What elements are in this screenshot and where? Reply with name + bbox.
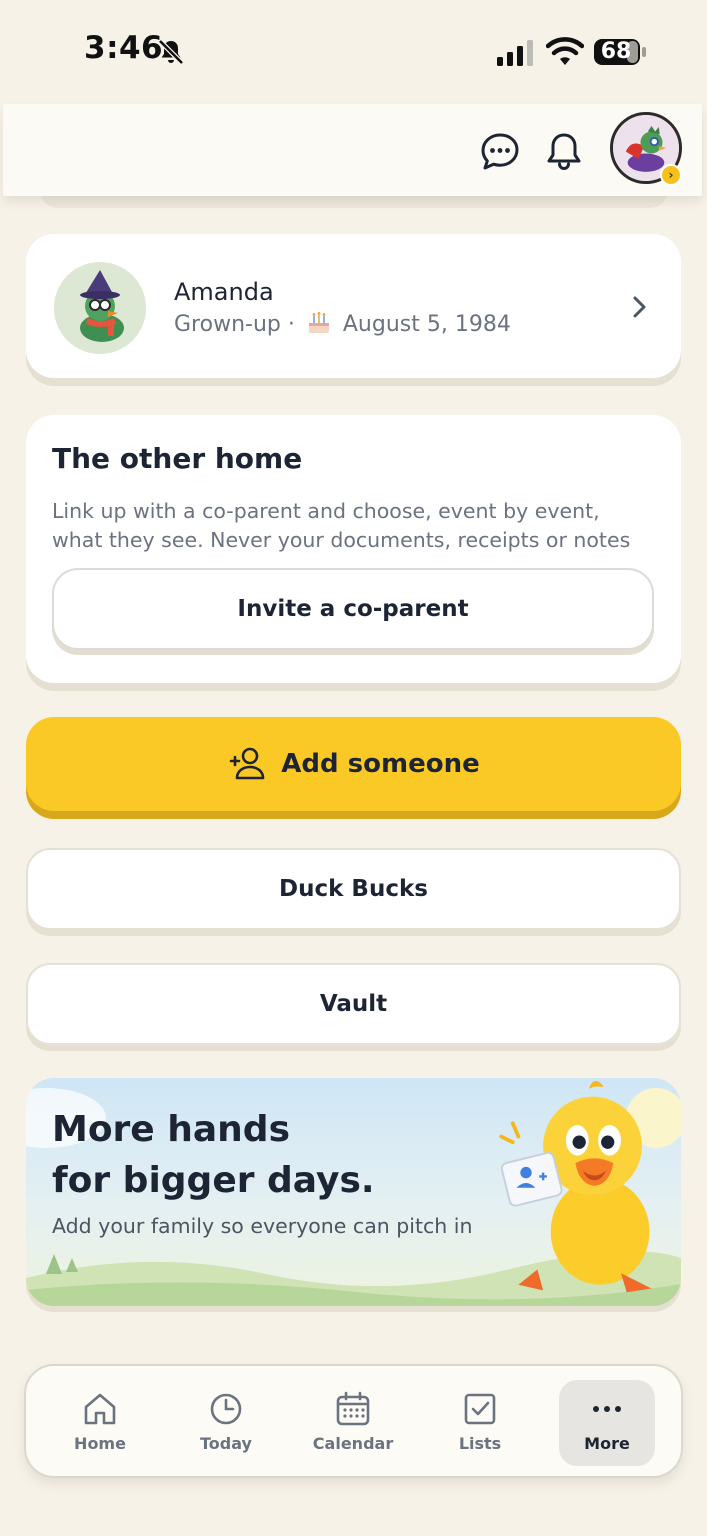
co-parent-description: Link up with a co-parent and choose, eve… bbox=[52, 499, 631, 552]
chevron-right-icon[interactable] bbox=[628, 292, 652, 322]
promo-title-line2: for bigger days. bbox=[52, 1160, 375, 1201]
calendar-icon bbox=[336, 1391, 370, 1426]
promo-title: More hands for bigger days. bbox=[52, 1104, 472, 1206]
co-parent-title: The other home bbox=[52, 442, 303, 475]
vault-button[interactable]: Vault bbox=[26, 963, 681, 1045]
top-header bbox=[3, 104, 702, 196]
clock-icon bbox=[210, 1393, 242, 1425]
bell-icon[interactable] bbox=[542, 130, 586, 174]
tab-more[interactable]: More bbox=[559, 1380, 655, 1466]
birthday-cake-icon bbox=[308, 312, 329, 333]
promo-title-line1: More hands bbox=[52, 1109, 291, 1150]
profile-details: Grown-up · August 5, 1984 bbox=[174, 310, 511, 337]
separator-dot: · bbox=[287, 312, 295, 337]
status-time: 3:46 bbox=[84, 30, 164, 66]
duck-bucks-button[interactable]: Duck Bucks bbox=[26, 848, 681, 930]
tab-calendar[interactable]: Calendar bbox=[305, 1380, 401, 1466]
tab-lists[interactable]: Lists bbox=[432, 1380, 528, 1466]
tab-more-label: More bbox=[584, 1434, 630, 1453]
promo-subtitle: Add your family so everyone can pitch in bbox=[52, 1214, 473, 1238]
battery-level: 68 bbox=[600, 39, 632, 64]
house-icon bbox=[84, 1393, 116, 1425]
profile-avatar bbox=[54, 262, 146, 354]
duck-mascot-illustration bbox=[499, 1080, 652, 1293]
cellular-signal-icon bbox=[497, 40, 533, 66]
add-someone-content[interactable]: Add someone bbox=[26, 717, 681, 811]
tab-today[interactable]: Today bbox=[178, 1380, 274, 1466]
tab-today-label: Today bbox=[200, 1434, 252, 1453]
profile-birthday: August 5, 1984 bbox=[342, 312, 511, 337]
wifi-icon bbox=[546, 37, 584, 65]
profile-role: Grown-up bbox=[174, 312, 281, 337]
bell-muted-icon bbox=[158, 39, 184, 65]
avatar-badge: › bbox=[660, 164, 682, 186]
ellipsis-icon bbox=[593, 1406, 621, 1412]
add-person-icon bbox=[229, 747, 265, 780]
tab-home[interactable]: Home bbox=[52, 1380, 148, 1466]
tab-home-label: Home bbox=[74, 1434, 126, 1453]
wizard-duck-avatar-icon bbox=[54, 262, 146, 354]
profile-name: Amanda bbox=[174, 278, 274, 306]
tab-lists-label: Lists bbox=[458, 1434, 502, 1453]
checkbox-icon bbox=[464, 1393, 496, 1425]
tab-calendar-label: Calendar bbox=[312, 1434, 394, 1453]
chat-bubble-icon[interactable] bbox=[478, 130, 522, 174]
invite-co-parent-button[interactable]: Invite a co-parent bbox=[52, 568, 654, 650]
add-someone-label: Add someone bbox=[281, 749, 480, 779]
